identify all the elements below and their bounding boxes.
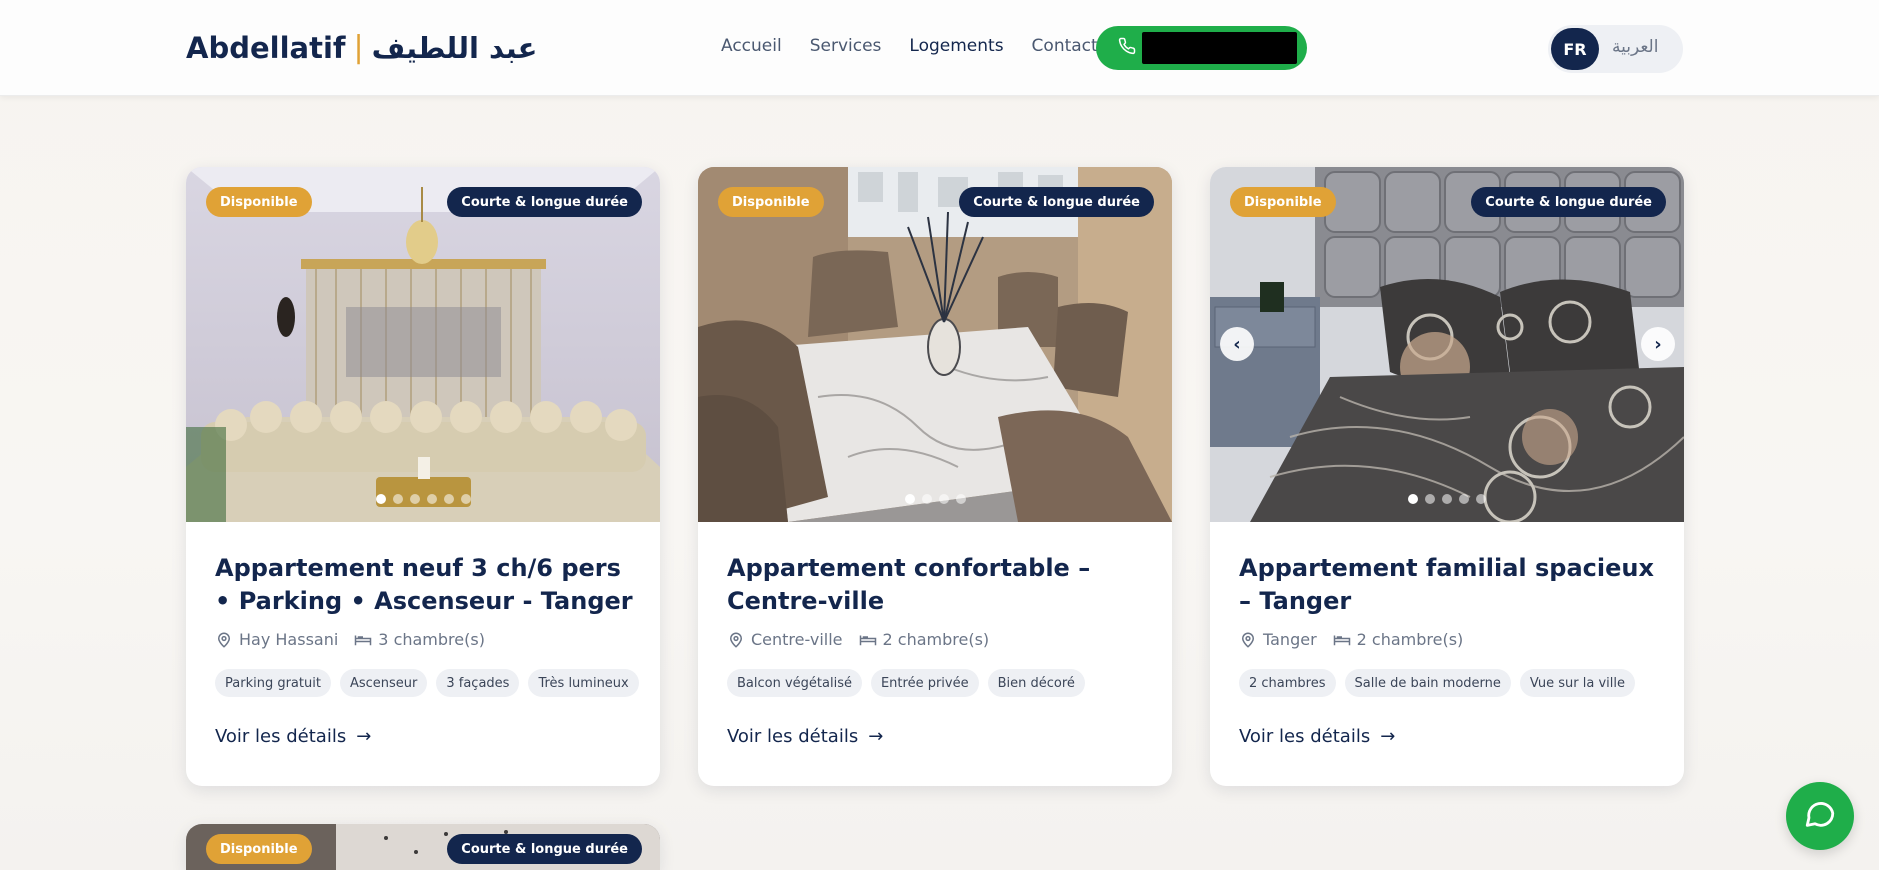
listing-photo-bedroom[interactable]: Disponible Courte & longue durée ‹ › <box>1210 167 1684 522</box>
feature-tags: Parking gratuit Ascenseur 3 façades Très… <box>215 669 639 697</box>
carousel-dot[interactable] <box>392 494 403 504</box>
listing-title[interactable]: Appartement confortable – Centre-ville <box>727 552 1147 618</box>
nav-services[interactable]: Services <box>810 36 882 56</box>
language-switcher: FR العربية <box>1548 25 1683 73</box>
whatsapp-icon <box>1803 797 1837 835</box>
brand-logo[interactable]: Abdellatif | عبد اللطيف <box>186 30 537 65</box>
status-badge: Disponible <box>206 187 312 217</box>
listing-meta: Centre-ville 2 chambre(s) <box>727 630 1143 649</box>
arrow-right-icon: → <box>868 726 884 747</box>
status-badge: Disponible <box>1230 187 1336 217</box>
details-link-label: Voir les détails <box>727 726 859 747</box>
details-link[interactable]: Voir les détails → <box>727 726 1143 747</box>
carousel-next-button[interactable]: › <box>1641 327 1675 361</box>
listing-card[interactable]: Disponible Courte & longue durée Apparte… <box>186 167 660 786</box>
carousel-dot[interactable] <box>955 494 966 504</box>
duration-badge: Courte & longue durée <box>1471 187 1666 217</box>
carousel-dot[interactable] <box>1476 494 1486 504</box>
carousel-dot[interactable] <box>1408 494 1418 504</box>
map-pin-icon <box>1239 631 1257 649</box>
redacted-phone-number <box>1142 32 1297 64</box>
carousel-dot[interactable] <box>1442 494 1452 504</box>
brand-separator: | <box>353 30 364 65</box>
carousel-prev-button[interactable]: ‹ <box>1220 327 1254 361</box>
bed-icon <box>354 631 372 649</box>
carousel-dots <box>1210 494 1684 504</box>
details-link-label: Voir les détails <box>215 726 347 747</box>
status-badge: Disponible <box>206 834 312 864</box>
listing-meta: Tanger 2 chambre(s) <box>1239 630 1655 649</box>
nav-logements[interactable]: Logements <box>909 36 1003 56</box>
brand-arabic: عبد اللطيف <box>371 30 538 65</box>
phone-icon <box>1118 37 1136 59</box>
listing-meta: Hay Hassani 3 chambre(s) <box>215 630 631 649</box>
bed-icon <box>1333 631 1351 649</box>
details-link[interactable]: Voir les détails → <box>1239 726 1655 747</box>
carousel-dot[interactable] <box>1425 494 1435 504</box>
details-link[interactable]: Voir les détails → <box>215 726 631 747</box>
carousel-dot[interactable] <box>426 494 437 504</box>
carousel-dots <box>186 494 660 504</box>
duration-badge: Courte & longue durée <box>447 834 642 864</box>
feature-tag: Très lumineux <box>528 669 639 697</box>
carousel-dot[interactable] <box>921 494 932 504</box>
feature-tag: Entrée privée <box>870 669 979 697</box>
listing-card[interactable]: Disponible Courte & longue durée <box>186 824 660 870</box>
carousel-dots <box>698 494 1172 504</box>
carousel-dot[interactable] <box>1459 494 1469 504</box>
feature-tag: Vue sur la ville <box>1519 669 1636 697</box>
listing-rooms: 3 chambre(s) <box>378 630 485 649</box>
details-link-label: Voir les détails <box>1239 726 1371 747</box>
duration-badge: Courte & longue durée <box>447 187 642 217</box>
listing-location: Hay Hassani <box>239 630 339 649</box>
listing-photo-dining-room[interactable]: Disponible Courte & longue durée <box>698 167 1172 522</box>
listing-photo[interactable]: Disponible Courte & longue durée <box>186 824 660 870</box>
listing-title[interactable]: Appartement familial spacieux – Tanger <box>1239 552 1659 618</box>
listing-title[interactable]: Appartement neuf 3 ch/6 pers • Parking •… <box>215 552 635 618</box>
main-nav: Accueil Services Logements Contact <box>721 36 1126 56</box>
feature-tag: Balcon végétalisé <box>727 669 862 697</box>
arrow-right-icon: → <box>1380 726 1396 747</box>
feature-tag: Parking gratuit <box>215 669 331 697</box>
nav-contact[interactable]: Contact <box>1032 36 1098 56</box>
duration-badge: Courte & longue durée <box>959 187 1154 217</box>
carousel-dot[interactable] <box>443 494 454 504</box>
listing-rooms: 2 chambre(s) <box>882 630 990 649</box>
whatsapp-button[interactable] <box>1786 782 1854 850</box>
feature-tags: Balcon végétalisé Entrée privée Bien déc… <box>727 669 1143 697</box>
nav-accueil[interactable]: Accueil <box>721 36 782 56</box>
listing-location: Centre-ville <box>751 630 843 649</box>
feature-tag: Bien décoré <box>987 669 1085 697</box>
listing-card[interactable]: Disponible Courte & longue durée ‹ › App… <box>1210 167 1684 786</box>
phone-button[interactable] <box>1096 26 1307 70</box>
map-pin-icon <box>727 631 745 649</box>
feature-tag: 3 façades <box>436 669 520 697</box>
lang-fr-button[interactable]: FR <box>1551 28 1599 70</box>
feature-tag: 2 chambres <box>1239 669 1336 697</box>
carousel-dot[interactable] <box>460 494 471 504</box>
feature-tag: Salle de bain moderne <box>1344 669 1511 697</box>
lang-ar-button[interactable]: العربية <box>1612 37 1658 57</box>
feature-tag: Ascenseur <box>339 669 428 697</box>
bed-icon <box>859 631 877 649</box>
listing-photo-living-room[interactable]: Disponible Courte & longue durée <box>186 167 660 522</box>
listing-location: Tanger <box>1263 630 1317 649</box>
carousel-dot[interactable] <box>938 494 949 504</box>
listing-card[interactable]: Disponible Courte & longue durée Apparte… <box>698 167 1172 786</box>
brand-latin: Abdellatif <box>186 30 346 65</box>
carousel-dot[interactable] <box>409 494 420 504</box>
carousel-dot[interactable] <box>375 494 386 504</box>
feature-tags: 2 chambres Salle de bain moderne Vue sur… <box>1239 669 1655 697</box>
status-badge: Disponible <box>718 187 824 217</box>
map-pin-icon <box>215 631 233 649</box>
listing-rooms: 2 chambre(s) <box>1356 630 1464 649</box>
site-header: Abdellatif | عبد اللطيف Accueil Services… <box>0 0 1879 96</box>
arrow-right-icon: → <box>356 726 372 747</box>
carousel-dot[interactable] <box>904 494 915 504</box>
